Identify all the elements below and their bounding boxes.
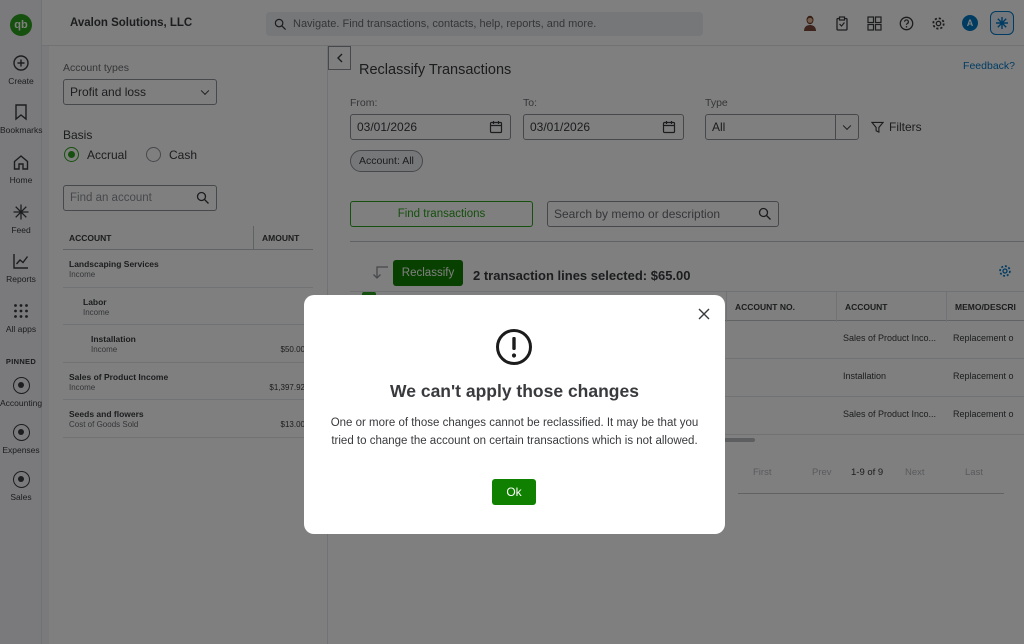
dialog-title: We can't apply those changes xyxy=(390,381,639,401)
close-icon[interactable] xyxy=(697,307,711,321)
ok-button[interactable]: Ok xyxy=(492,479,536,505)
exclamation-circle-icon xyxy=(496,329,532,365)
dialog-message: One or more of those changes cannot be r… xyxy=(330,417,699,447)
error-dialog: We can't apply those changes One or more… xyxy=(304,295,725,534)
